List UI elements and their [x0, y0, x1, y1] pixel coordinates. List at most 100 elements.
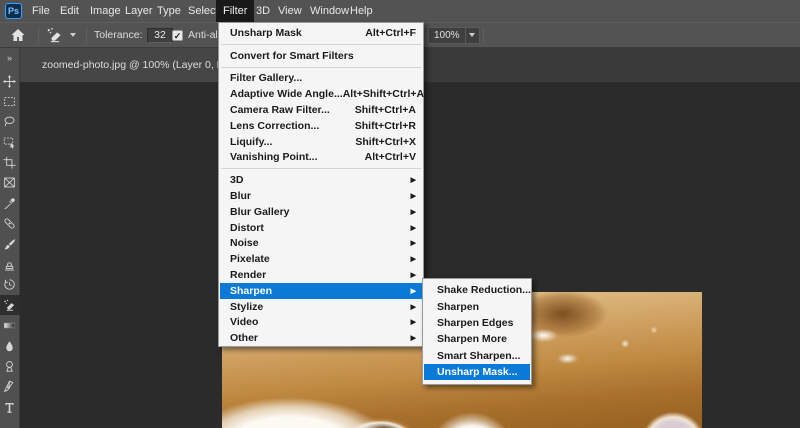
- pen-tool[interactable]: [0, 377, 20, 397]
- tolerance-input[interactable]: [147, 28, 173, 43]
- options-separator: [483, 27, 484, 43]
- menu-item-label: Video: [230, 316, 258, 328]
- menu-item-render[interactable]: Render ▶: [220, 267, 422, 283]
- lasso-tool[interactable]: [0, 112, 20, 132]
- menu-item-adaptive-wide-angle[interactable]: Adaptive Wide Angle... Alt+Shift+Ctrl+A: [220, 86, 422, 102]
- menu-item-label: Blur Gallery: [230, 206, 290, 218]
- lasso-icon: [3, 115, 16, 128]
- submenu-arrow-icon: ▶: [411, 271, 416, 279]
- menu-item-label: Unsharp Mask: [230, 27, 302, 39]
- submenu-arrow-icon: ▶: [411, 318, 416, 326]
- object-selection-icon: [3, 136, 16, 149]
- submenu-arrow-icon: ▶: [411, 239, 416, 247]
- gradient-tool[interactable]: [0, 316, 20, 336]
- home-button[interactable]: [10, 23, 26, 47]
- menu-item-label: Convert for Smart Filters: [230, 50, 354, 62]
- tools-panel: »: [0, 48, 20, 428]
- menu-item-shortcut: Alt+Shift+Ctrl+A: [343, 88, 424, 100]
- menu-item-sharpen[interactable]: Sharpen ▶: [220, 283, 422, 299]
- dodge-icon: [3, 360, 16, 373]
- menu-item-label: Stylize: [230, 301, 263, 313]
- magic-eraser-icon: [46, 27, 63, 44]
- menu-item-label: Liquify...: [230, 136, 272, 148]
- submenu-item-sharpen-edges[interactable]: Sharpen Edges: [424, 315, 530, 331]
- expand-tools-button[interactable]: »: [7, 51, 12, 65]
- object-selection-tool[interactable]: [0, 132, 20, 152]
- submenu-item-unsharp-mask[interactable]: Unsharp Mask...: [424, 364, 530, 380]
- eyedropper-tool[interactable]: [0, 193, 20, 213]
- blur-tool[interactable]: [0, 336, 20, 356]
- menu-item-filter-gallery[interactable]: Filter Gallery...: [220, 71, 422, 87]
- rectangular-marquee-tool[interactable]: [0, 91, 20, 111]
- type-icon: [3, 401, 16, 414]
- move-tool[interactable]: [0, 71, 20, 91]
- clone-stamp-icon: [3, 258, 16, 271]
- menu-item-noise[interactable]: Noise ▶: [220, 236, 422, 252]
- menu-item-label: Blur: [230, 190, 251, 202]
- clone-stamp-tool[interactable]: [0, 255, 20, 275]
- menu-item-lens-correction[interactable]: Lens Correction... Shift+Ctrl+R: [220, 118, 422, 134]
- menu-item-label: Distort: [230, 222, 264, 234]
- submenu-arrow-icon: ▶: [411, 176, 416, 184]
- menu-bar: Ps File Edit Image Layer Type Select Fil…: [0, 0, 800, 22]
- options-separator: [38, 27, 39, 43]
- healing-brush-icon: [3, 217, 16, 230]
- brush-tool[interactable]: [0, 234, 20, 254]
- tool-preset-button[interactable]: [46, 23, 76, 47]
- menu-item-pixelate[interactable]: Pixelate ▶: [220, 251, 422, 267]
- frame-icon: [3, 176, 16, 189]
- filter-menu-panel: Unsharp Mask Alt+Ctrl+F Convert for Smar…: [218, 22, 424, 347]
- home-icon: [10, 27, 26, 43]
- menu-file[interactable]: File: [25, 0, 57, 22]
- crop-tool[interactable]: [0, 153, 20, 173]
- type-tool[interactable]: [0, 397, 20, 417]
- crop-icon: [3, 156, 16, 169]
- menu-edit[interactable]: Edit: [53, 0, 86, 22]
- history-brush-icon: [3, 278, 16, 291]
- menu-item-label: Other: [230, 332, 258, 344]
- menu-item-label: Noise: [230, 237, 259, 249]
- submenu-arrow-icon: ▶: [411, 208, 416, 216]
- menu-item-other[interactable]: Other ▶: [220, 330, 422, 346]
- menu-item-camera-raw-filter[interactable]: Camera Raw Filter... Shift+Ctrl+A: [220, 102, 422, 118]
- menu-item-label: Sharpen: [230, 285, 272, 297]
- tolerance-label: Tolerance:: [94, 29, 142, 41]
- menu-item-liquify[interactable]: Liquify... Shift+Ctrl+X: [220, 134, 422, 150]
- magic-eraser-tool[interactable]: [0, 295, 20, 315]
- submenu-item-shake-reduction[interactable]: Shake Reduction...: [424, 282, 530, 298]
- menu-item-label: Lens Correction...: [230, 120, 319, 132]
- menu-item-label: Sharpen Edges: [437, 317, 513, 329]
- menu-item-label: Unsharp Mask...: [437, 366, 518, 378]
- menu-item-stylize[interactable]: Stylize ▶: [220, 299, 422, 315]
- submenu-arrow-icon: ▶: [411, 255, 416, 263]
- menu-item-label: Sharpen: [437, 301, 479, 313]
- menu-item-label: Shake Reduction...: [437, 284, 531, 296]
- spot-healing-brush-tool[interactable]: [0, 214, 20, 234]
- menu-item-distort[interactable]: Distort ▶: [220, 220, 422, 236]
- submenu-item-sharpen[interactable]: Sharpen: [424, 298, 530, 314]
- menu-item-shortcut: Alt+Ctrl+F: [365, 27, 416, 39]
- submenu-item-sharpen-more[interactable]: Sharpen More: [424, 331, 530, 347]
- menu-item-video[interactable]: Video ▶: [220, 315, 422, 331]
- gradient-icon: [3, 319, 16, 332]
- zoom-level-select[interactable]: 100%: [428, 23, 480, 47]
- menu-item-blur[interactable]: Blur ▶: [220, 188, 422, 204]
- history-brush-tool[interactable]: [0, 275, 20, 295]
- chevron-down-icon[interactable]: [465, 28, 479, 43]
- menu-item-shortcut: Alt+Ctrl+V: [365, 151, 416, 163]
- chevron-down-icon: [70, 33, 76, 37]
- menu-item-vanishing-point[interactable]: Vanishing Point... Alt+Ctrl+V: [220, 150, 422, 166]
- menu-item-convert-smart-filters[interactable]: Convert for Smart Filters: [220, 48, 422, 64]
- zoom-level-value: 100%: [429, 30, 465, 41]
- submenu-item-smart-sharpen[interactable]: Smart Sharpen...: [424, 348, 530, 364]
- frame-tool[interactable]: [0, 173, 20, 193]
- menu-item-3d[interactable]: 3D ▶: [220, 172, 422, 188]
- menu-item-blur-gallery[interactable]: Blur Gallery ▶: [220, 204, 422, 220]
- menu-item-label: Vanishing Point...: [230, 151, 318, 163]
- menu-item-unsharp-mask[interactable]: Unsharp Mask Alt+Ctrl+F: [220, 25, 422, 41]
- menu-help[interactable]: Help: [343, 0, 380, 22]
- magic-eraser-icon: [3, 299, 16, 312]
- submenu-arrow-icon: ▶: [411, 192, 416, 200]
- dodge-tool[interactable]: [0, 356, 20, 376]
- anti-alias-checkbox[interactable]: ✓: [172, 30, 183, 41]
